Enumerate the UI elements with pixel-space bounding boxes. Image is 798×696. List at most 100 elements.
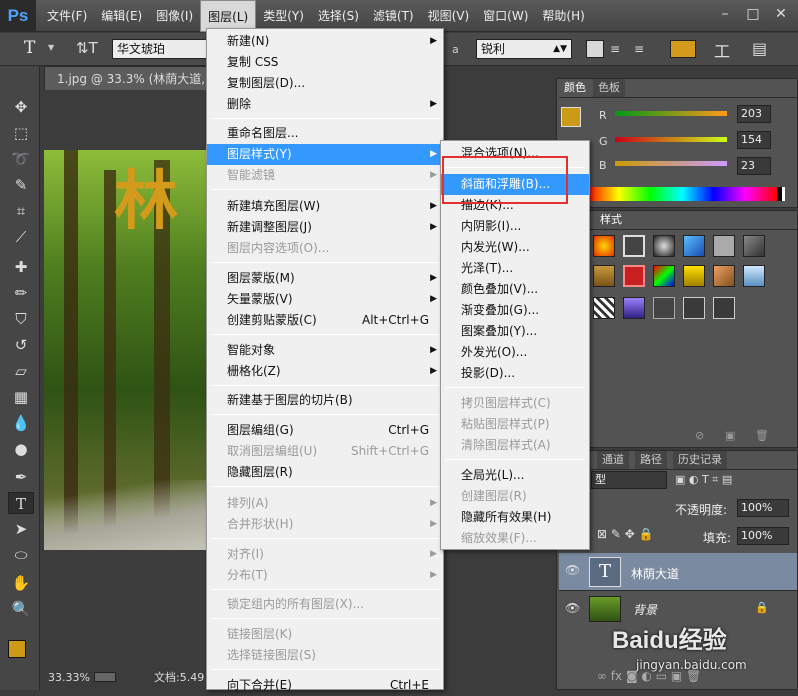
dodge-tool-icon[interactable]: ● bbox=[8, 438, 34, 460]
menu-item-clipping-mask[interactable]: 创建剪贴蒙版(C) Alt+Ctrl+G bbox=[207, 310, 443, 331]
menu-item-copy-css[interactable]: 复制 CSS bbox=[207, 52, 443, 73]
style-swatch[interactable] bbox=[653, 235, 675, 257]
menu-item-merge-down[interactable]: 向下合并(E) Ctrl+E bbox=[207, 675, 443, 696]
menu-item-layer-mask[interactable]: 图层蒙版(M) ▶ bbox=[207, 268, 443, 289]
visibility-eye-icon[interactable]: 👁 bbox=[565, 601, 580, 615]
menu-item-pattern-overlay[interactable]: 图案叠加(Y)... bbox=[441, 321, 589, 342]
menu-item-rasterize[interactable]: 栅格化(Z) ▶ bbox=[207, 361, 443, 382]
black-white-ramp[interactable] bbox=[777, 187, 785, 201]
style-swatch[interactable] bbox=[683, 265, 705, 287]
menu-item-smart-object[interactable]: 智能对象 ▶ bbox=[207, 340, 443, 361]
menu-edit[interactable]: 编辑(E) bbox=[94, 0, 149, 32]
menu-item-paste-layer-style[interactable]: 粘贴图层样式(P) bbox=[441, 414, 589, 435]
menu-item-hide-all-effects[interactable]: 隐藏所有效果(H) bbox=[441, 507, 589, 528]
opacity-field[interactable]: 100% bbox=[737, 499, 789, 517]
foreground-color-swatch[interactable] bbox=[8, 640, 26, 658]
type-tool-icon[interactable]: T bbox=[24, 38, 35, 58]
menu-item-inner-shadow[interactable]: 内阴影(I)... bbox=[441, 216, 589, 237]
r-slider[interactable] bbox=[615, 111, 727, 116]
menu-item-combine-shapes[interactable]: 合并形状(H) ▶ bbox=[207, 514, 443, 535]
menu-item-drop-shadow[interactable]: 投影(D)... bbox=[441, 363, 589, 384]
layer-name[interactable]: 背景 bbox=[633, 601, 657, 618]
menu-item-align[interactable]: 对齐(I) ▶ bbox=[207, 544, 443, 565]
layer-name[interactable]: 林荫大道 bbox=[631, 565, 679, 582]
new-style-icon[interactable]: ▣ bbox=[725, 429, 735, 442]
canvas-image[interactable]: 林 bbox=[44, 150, 209, 550]
close-button[interactable]: ✕ bbox=[770, 4, 792, 24]
g-value-field[interactable]: 154 bbox=[737, 131, 771, 149]
b-slider[interactable] bbox=[615, 161, 727, 166]
menu-item-group-layers[interactable]: 图层编组(G) Ctrl+G bbox=[207, 420, 443, 441]
fill-field[interactable]: 100% bbox=[737, 527, 789, 545]
document-tab[interactable]: 1.jpg @ 33.3% (林荫大道, R bbox=[44, 66, 214, 110]
menu-item-color-overlay[interactable]: 颜色叠加(V)... bbox=[441, 279, 589, 300]
path-select-icon[interactable]: ➤ bbox=[8, 518, 34, 540]
menu-layer[interactable]: 图层(L) bbox=[200, 0, 257, 32]
menu-item-ungroup-layers[interactable]: 取消图层编组(U) Shift+Ctrl+G bbox=[207, 441, 443, 462]
menu-help[interactable]: 帮助(H) bbox=[535, 0, 591, 32]
style-swatch[interactable] bbox=[623, 297, 645, 319]
style-swatch[interactable] bbox=[743, 235, 765, 257]
history-brush-icon[interactable]: ↺ bbox=[8, 334, 34, 356]
g-slider[interactable] bbox=[615, 137, 727, 142]
zoom-level[interactable]: 33.33% bbox=[48, 668, 90, 688]
menu-item-new-fill-layer[interactable]: 新建填充图层(W) ▶ bbox=[207, 196, 443, 217]
b-value-field[interactable]: 23 bbox=[737, 157, 771, 175]
crop-tool-icon[interactable]: ⌗ bbox=[8, 200, 34, 222]
gradient-icon[interactable]: ▦ bbox=[8, 386, 34, 408]
menu-item-layer-style[interactable]: 图层样式(Y) ▶ bbox=[207, 144, 443, 165]
menu-view[interactable]: 视图(V) bbox=[421, 0, 477, 32]
layer-kind-filter[interactable]: 型 bbox=[591, 471, 667, 489]
lasso-tool-icon[interactable]: ➰ bbox=[8, 148, 34, 170]
menu-item-delete[interactable]: 删除 ▶ bbox=[207, 94, 443, 115]
menu-item-scale-effects[interactable]: 缩放效果(F)... bbox=[441, 528, 589, 549]
tab-styles[interactable]: 样式 bbox=[595, 211, 627, 229]
color-spectrum[interactable] bbox=[587, 187, 777, 201]
tab-color[interactable]: 颜色 bbox=[559, 79, 591, 97]
lock-icons[interactable]: ⊠ ✎ ✥ 🔒 bbox=[597, 527, 654, 541]
panels-icon[interactable]: ▤ bbox=[752, 39, 767, 58]
font-family-select[interactable]: 华文琥珀 bbox=[112, 39, 208, 59]
menu-item-new[interactable]: 新建(N) ▶ bbox=[207, 31, 443, 52]
hand-tool-icon[interactable]: ✋ bbox=[8, 572, 34, 594]
menu-item-lock-all-layers[interactable]: 锁定组内的所有图层(X)... bbox=[207, 594, 443, 615]
menu-item-global-light[interactable]: 全局光(L)... bbox=[441, 465, 589, 486]
style-swatch[interactable] bbox=[593, 297, 615, 319]
menu-item-arrange[interactable]: 排列(A) ▶ bbox=[207, 493, 443, 514]
layer-row[interactable]: 👁 T 林荫大道 bbox=[559, 553, 797, 591]
menu-item-clear-layer-style[interactable]: 清除图层样式(A) bbox=[441, 435, 589, 456]
menu-window[interactable]: 窗口(W) bbox=[476, 0, 535, 32]
style-swatch[interactable] bbox=[653, 265, 675, 287]
style-swatch[interactable] bbox=[683, 235, 705, 257]
tab-history[interactable]: 历史记录 bbox=[673, 451, 727, 469]
menu-select[interactable]: 选择(S) bbox=[311, 0, 366, 32]
blur-tool-icon[interactable]: 💧 bbox=[8, 412, 34, 434]
maximize-button[interactable]: □ bbox=[742, 4, 764, 24]
style-swatch[interactable] bbox=[713, 297, 735, 319]
style-swatch[interactable] bbox=[743, 265, 765, 287]
menu-filter[interactable]: 滤镜(T) bbox=[366, 0, 421, 32]
brush-tool-icon[interactable]: ✏ bbox=[8, 282, 34, 304]
menu-file[interactable]: 文件(F) bbox=[40, 0, 94, 32]
clone-stamp-icon[interactable]: ⛉ bbox=[8, 308, 34, 330]
tab-paths[interactable]: 路径 bbox=[635, 451, 667, 469]
marquee-tool-icon[interactable]: ⬚ bbox=[8, 122, 34, 144]
menu-item-link-layers[interactable]: 链接图层(K) bbox=[207, 624, 443, 645]
menu-item-hide-layers[interactable]: 隐藏图层(R) bbox=[207, 462, 443, 483]
menu-item-copy-layer-style[interactable]: 拷贝图层样式(C) bbox=[441, 393, 589, 414]
menu-item-inner-glow[interactable]: 内发光(W)... bbox=[441, 237, 589, 258]
tool-preset-arrow-icon[interactable]: ▼ bbox=[48, 43, 54, 52]
style-swatch[interactable] bbox=[713, 265, 735, 287]
visibility-eye-icon[interactable]: 👁 bbox=[565, 563, 580, 577]
clear-style-icon[interactable]: ⊘ bbox=[695, 429, 704, 442]
menu-item-create-layer[interactable]: 创建图层(R) bbox=[441, 486, 589, 507]
healing-brush-icon[interactable]: ✚ bbox=[8, 256, 34, 278]
menu-item-gradient-overlay[interactable]: 渐变叠加(G)... bbox=[441, 300, 589, 321]
layer-filter-icons[interactable]: ▣ ◐ T ⌗ ▤ bbox=[675, 473, 732, 487]
tab-swatches[interactable]: 色板 bbox=[593, 79, 625, 97]
minimize-button[interactable]: – bbox=[714, 4, 736, 24]
move-tool-icon[interactable]: ✥ bbox=[8, 96, 34, 118]
menu-item-layer-content-options[interactable]: 图层内容选项(O)... bbox=[207, 238, 443, 259]
menu-item-new-adjustment-layer[interactable]: 新建调整图层(J) ▶ bbox=[207, 217, 443, 238]
quick-select-icon[interactable]: ✎ bbox=[8, 174, 34, 196]
